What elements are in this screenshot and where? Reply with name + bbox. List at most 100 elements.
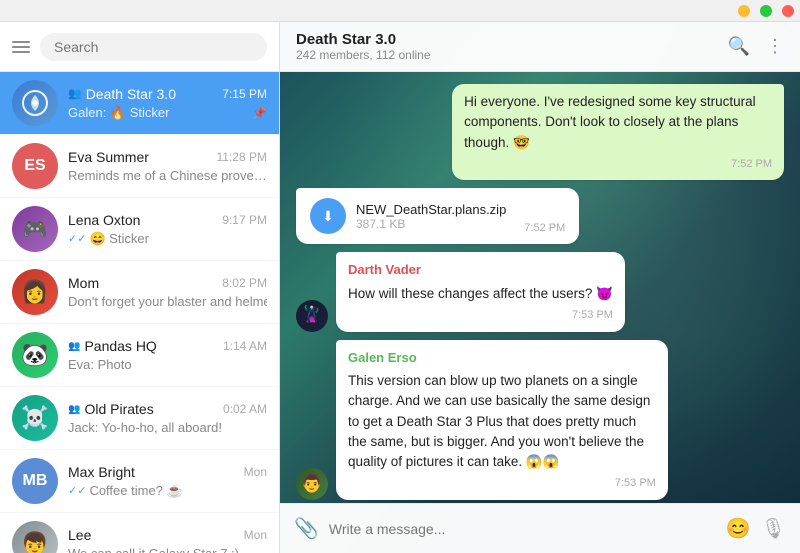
chat-item-lee[interactable]: 👦 Lee Mon We can call it Galaxy Star 7 ;…: [0, 513, 279, 553]
chat-time: 1:14 AM: [223, 339, 267, 353]
message-row-darth: 🦹 Darth Vader How will these changes aff…: [296, 252, 784, 331]
avatar: 🎮: [12, 206, 58, 252]
chat-name: 👥 Pandas HQ: [68, 338, 157, 354]
chat-header-actions: 🔍 ⋮: [728, 36, 784, 57]
message-time: 7:52 PM: [524, 222, 565, 234]
chat-preview: We can call it Galaxy Star 7 ;): [68, 546, 267, 553]
chat-preview: ✓✓ Coffee time? ☕: [68, 483, 267, 499]
file-size: 387.1 KB: [356, 217, 506, 231]
chat-area: Death Star 3.0 242 members, 112 online 🔍…: [280, 22, 800, 553]
chat-info: 👥 Death Star 3.0 7:15 PM Galen: 🔥 Sticke…: [68, 86, 267, 121]
chat-list: 👥 Death Star 3.0 7:15 PM Galen: 🔥 Sticke…: [0, 72, 279, 553]
search-input[interactable]: [40, 33, 267, 61]
chat-time: 11:28 PM: [217, 150, 267, 164]
titlebar: [0, 0, 800, 22]
window-controls: [732, 5, 794, 17]
maximize-button[interactable]: [760, 5, 772, 17]
chat-name: 👥 Death Star 3.0: [68, 86, 176, 102]
sidebar-header: [0, 22, 279, 72]
file-download-icon[interactable]: ⬇: [310, 198, 346, 234]
avatar: 🦹: [296, 300, 328, 332]
group-icon: 👥: [68, 341, 80, 352]
message-time: 7:52 PM: [464, 156, 772, 173]
chat-preview: Galen: 🔥 Sticker 📌: [68, 105, 267, 121]
message-text: This version can blow up two planets on …: [348, 371, 656, 472]
avatar: 🐼: [12, 332, 58, 378]
avatar: 👨: [296, 468, 328, 500]
chat-name: Lena Oxton: [68, 212, 140, 228]
chat-name: Eva Summer: [68, 149, 149, 165]
group-icon: 👥: [68, 404, 80, 415]
chat-preview: Jack: Yo-ho-ho, all aboard!: [68, 420, 267, 435]
chat-item-max-bright[interactable]: MB Max Bright Mon ✓✓ Coffee time? ☕: [0, 450, 279, 513]
app-container: 👥 Death Star 3.0 7:15 PM Galen: 🔥 Sticke…: [0, 22, 800, 553]
file-message-bubble: ⬇ NEW_DeathStar.plans.zip 387.1 KB 7:52 …: [296, 188, 579, 244]
attach-icon[interactable]: 📎: [294, 516, 319, 541]
chat-preview: ✓✓ 😄 Sticker: [68, 231, 267, 247]
chat-time: Mon: [244, 528, 267, 542]
file-name: NEW_DeathStar.plans.zip: [356, 202, 506, 217]
message-text: How will these changes affect the users?…: [348, 284, 613, 304]
chat-info: Mom 8:02 PM Don't forget your blaster an…: [68, 275, 267, 309]
message-bubble-outgoing-1: Hi everyone. I've redesigned some key st…: [452, 84, 784, 180]
message-sender: Galen Erso: [348, 348, 656, 368]
hamburger-menu-button[interactable]: [12, 41, 30, 53]
chat-time: 7:15 PM: [222, 87, 267, 101]
chat-item-death-star[interactable]: 👥 Death Star 3.0 7:15 PM Galen: 🔥 Sticke…: [0, 72, 279, 135]
chat-item-mom[interactable]: 👩 Mom 8:02 PM Don't forget your blaster …: [0, 261, 279, 324]
double-check-icon: ✓✓: [68, 232, 86, 245]
sidebar: 👥 Death Star 3.0 7:15 PM Galen: 🔥 Sticke…: [0, 22, 280, 553]
message-sender: Darth Vader: [348, 260, 613, 280]
file-info: NEW_DeathStar.plans.zip 387.1 KB: [356, 202, 506, 231]
double-check-icon: ✓✓: [68, 484, 86, 497]
chat-time: 0:02 AM: [223, 402, 267, 416]
avatar: 👩: [12, 269, 58, 315]
microphone-icon[interactable]: 🎙: [761, 516, 786, 541]
chat-info: Max Bright Mon ✓✓ Coffee time? ☕: [68, 464, 267, 499]
avatar: ES: [12, 143, 58, 189]
emoji-icon[interactable]: 😊: [726, 516, 751, 541]
chat-title: Death Star 3.0: [296, 31, 431, 48]
message-bubble-darth: Darth Vader How will these changes affec…: [336, 252, 625, 331]
message-text: Hi everyone. I've redesigned some key st…: [464, 92, 772, 153]
chat-preview: Eva: Photo: [68, 357, 267, 372]
chat-name: Max Bright: [68, 464, 135, 480]
avatar: [12, 80, 58, 126]
search-icon[interactable]: 🔍: [728, 36, 750, 57]
chat-time: 9:17 PM: [222, 213, 267, 227]
pin-icon: 📌: [252, 106, 267, 120]
chat-item-pandas-hq[interactable]: 🐼 👥 Pandas HQ 1:14 AM Eva: Photo: [0, 324, 279, 387]
chat-info: Lee Mon We can call it Galaxy Star 7 ;): [68, 527, 267, 553]
chat-info: 👥 Pandas HQ 1:14 AM Eva: Photo: [68, 338, 267, 372]
message-time: 7:53 PM: [348, 307, 613, 324]
messages-area: Hi everyone. I've redesigned some key st…: [280, 72, 800, 503]
close-button[interactable]: [782, 5, 794, 17]
avatar: ☠️: [12, 395, 58, 441]
chat-item-lena-oxton[interactable]: 🎮 Lena Oxton 9:17 PM ✓✓ 😄 Sticker: [0, 198, 279, 261]
chat-info: 👥 Old Pirates 0:02 AM Jack: Yo-ho-ho, al…: [68, 401, 267, 435]
chat-info: Eva Summer 11:28 PM Reminds me of a Chin…: [68, 149, 267, 183]
chat-preview: Reminds me of a Chinese prove… 2: [68, 168, 267, 183]
chat-preview: Don't forget your blaster and helmet: [68, 294, 267, 309]
chat-time: 8:02 PM: [222, 276, 267, 290]
chat-name: Lee: [68, 527, 91, 543]
chat-info: Lena Oxton 9:17 PM ✓✓ 😄 Sticker: [68, 212, 267, 247]
chat-header: Death Star 3.0 242 members, 112 online 🔍…: [280, 22, 800, 72]
chat-item-eva-summer[interactable]: ES Eva Summer 11:28 PM Reminds me of a C…: [0, 135, 279, 198]
minimize-button[interactable]: [738, 5, 750, 17]
chat-title-info: Death Star 3.0 242 members, 112 online: [296, 31, 431, 62]
message-bubble-galen: Galen Erso This version can blow up two …: [336, 340, 668, 500]
chat-time: Mon: [244, 465, 267, 479]
avatar: MB: [12, 458, 58, 504]
chat-subtitle: 242 members, 112 online: [296, 48, 431, 62]
chat-item-old-pirates[interactable]: ☠️ 👥 Old Pirates 0:02 AM Jack: Yo-ho-ho,…: [0, 387, 279, 450]
message-input[interactable]: [329, 521, 716, 537]
avatar: 👦: [12, 521, 58, 553]
more-options-icon[interactable]: ⋮: [766, 36, 784, 57]
message-time: 7:53 PM: [348, 475, 656, 492]
message-row-galen: 👨 Galen Erso This version can blow up tw…: [296, 340, 784, 500]
group-icon: 👥: [68, 87, 82, 100]
chat-name: 👥 Old Pirates: [68, 401, 154, 417]
chat-input-area: 📎 😊 🎙: [280, 503, 800, 553]
chat-name: Mom: [68, 275, 99, 291]
